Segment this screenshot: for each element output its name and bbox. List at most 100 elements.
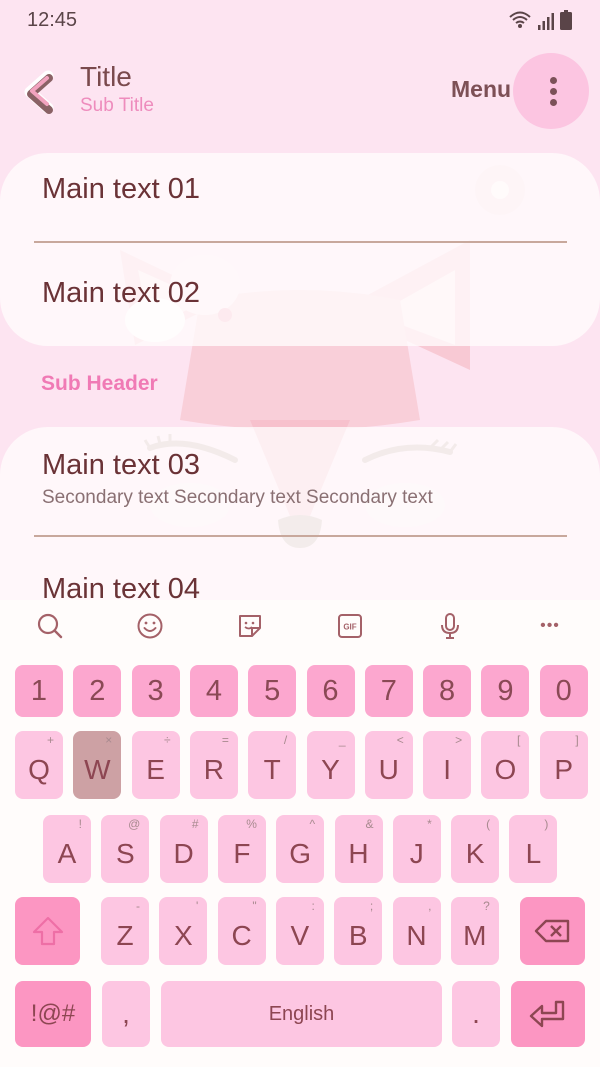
backspace-icon [534, 919, 569, 943]
key-label: D [173, 838, 194, 869]
page-title: Title [80, 61, 132, 92]
backspace-key[interactable] [520, 897, 585, 965]
key-7[interactable]: 7 [364, 665, 413, 717]
key-f[interactable]: % F [217, 815, 266, 883]
key-hint: # [191, 817, 199, 831]
comma-key[interactable]: , [102, 981, 150, 1047]
chevron-left-icon [24, 70, 54, 114]
key-r[interactable]: = R [189, 731, 238, 799]
key-label: 3 [147, 674, 164, 707]
key-0[interactable]: 0 [539, 665, 588, 717]
key-label: 8 [439, 674, 456, 707]
key-label: W [84, 754, 111, 785]
key-4[interactable]: 4 [189, 665, 238, 717]
emoji-button[interactable] [134, 610, 166, 642]
list-group-1: Main text 01 Main text 02 [0, 153, 600, 346]
key-label: U [378, 754, 399, 785]
key-hint: ÷ [164, 733, 171, 747]
key-hint: , [428, 899, 432, 913]
key-label: P [554, 754, 574, 785]
shift-key[interactable] [15, 897, 80, 965]
sticker-icon [239, 615, 261, 637]
key-c[interactable]: " C [217, 897, 266, 965]
list-item[interactable]: Main text 03 Secondary text Secondary te… [42, 449, 566, 509]
sticker-button[interactable] [234, 610, 266, 642]
key-m[interactable]: ? M [450, 897, 499, 965]
keyboard-search-button[interactable] [34, 610, 66, 642]
key-b[interactable]: ; B [334, 897, 383, 965]
key-3[interactable]: 3 [131, 665, 180, 717]
key-o[interactable]: [O [481, 731, 530, 799]
key-g[interactable]: ^ G [276, 815, 325, 883]
back-button[interactable] [20, 70, 60, 114]
space-key[interactable]: English [161, 981, 442, 1047]
key-hint: - [136, 899, 140, 913]
list-item[interactable]: Main text 02 [42, 277, 566, 310]
wifi-icon [509, 11, 531, 28]
list-group-2: Main text 03 Secondary text Secondary te… [0, 427, 600, 627]
key-v[interactable]: :V [275, 897, 324, 965]
key-hint: ' [196, 899, 199, 913]
key-h[interactable]: & H [334, 815, 383, 883]
battery-icon [560, 10, 572, 30]
key-label: R [203, 754, 224, 785]
symbols-key[interactable]: !@# [15, 981, 91, 1047]
key-i[interactable]: > I [423, 731, 472, 799]
key-label: Z [116, 920, 134, 951]
gif-button[interactable]: GIF [334, 610, 366, 642]
key-j[interactable]: * J [392, 815, 441, 883]
key-k[interactable]: (K [451, 815, 500, 883]
enter-key[interactable] [511, 981, 585, 1047]
key-w[interactable]: × W [73, 731, 122, 799]
key-p[interactable]: ] P [539, 731, 588, 799]
key-n[interactable]: ,N [392, 897, 441, 965]
gif-icon: GIF [338, 614, 362, 638]
status-time: 12:45 [27, 9, 78, 31]
key-x[interactable]: ' X [159, 897, 208, 965]
period-key[interactable]: . [452, 981, 500, 1047]
list-item-secondary-text: Secondary text Secondary text Secondary … [42, 487, 433, 508]
key-label: 7 [380, 674, 397, 707]
key-hint: : [311, 899, 315, 913]
gif-label: GIF [343, 623, 356, 632]
key-label: E [146, 754, 165, 785]
key-hint: ] [575, 733, 579, 747]
key-label: M [463, 920, 487, 951]
divider [34, 535, 567, 537]
key-hint: ^ [309, 817, 316, 831]
key-z[interactable]: -Z [101, 897, 149, 965]
key-label: 9 [497, 674, 514, 707]
menu-button[interactable]: Menu [451, 76, 511, 103]
key-q[interactable]: + Q [15, 731, 63, 799]
key-a[interactable]: ! A [43, 815, 91, 883]
key-hint: = [221, 733, 229, 747]
key-5[interactable]: 5 [248, 665, 297, 717]
key-9[interactable]: 9 [481, 665, 530, 717]
status-bar: 12:45 [0, 0, 600, 42]
key-y[interactable]: _ Y [306, 731, 355, 799]
voice-input-button[interactable] [434, 610, 466, 642]
key-s[interactable]: @ S [101, 815, 150, 883]
key-2[interactable]: 2 [73, 665, 122, 717]
app-bar: Title Sub Title Menu [0, 50, 600, 140]
key-1[interactable]: 1 [15, 665, 63, 717]
key-d[interactable]: # D [159, 815, 208, 883]
more-horizontal-icon: ••• [540, 617, 560, 634]
divider [34, 241, 567, 243]
key-8[interactable]: 8 [423, 665, 472, 717]
list-item[interactable]: Main text 01 [42, 173, 566, 206]
key-e[interactable]: ÷ E [131, 731, 180, 799]
key-label: Q [28, 754, 50, 785]
key-hint: ; [369, 899, 374, 913]
key-u[interactable]: < U [364, 731, 413, 799]
key-t[interactable]: / T [248, 731, 297, 799]
key-l[interactable]: ) L [509, 815, 558, 883]
key-label: . [472, 998, 480, 1029]
key-label: English [268, 1002, 335, 1025]
emoji-icon [137, 613, 163, 639]
key-label: K [465, 838, 485, 869]
shift-icon [32, 916, 63, 946]
keyboard-more-button[interactable]: ••• [534, 610, 566, 642]
more-options-button[interactable] [513, 53, 589, 129]
key-6[interactable]: 6 [306, 665, 355, 717]
